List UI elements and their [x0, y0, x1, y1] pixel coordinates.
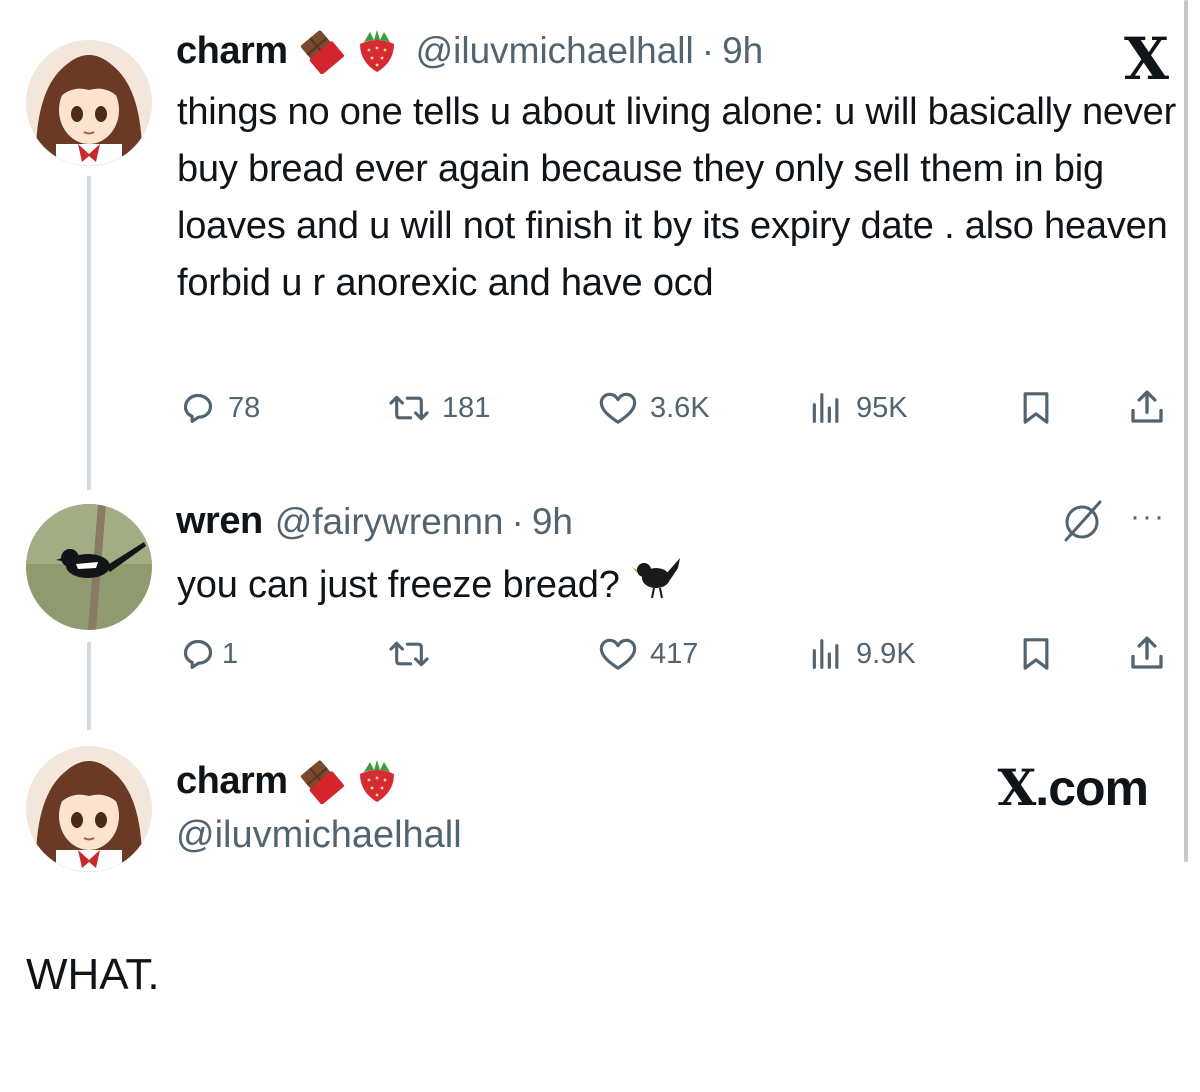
handle[interactable]: @fairywrennn — [275, 501, 504, 543]
caption-text: WHAT. — [26, 950, 160, 999]
reply-button[interactable]: 1 — [178, 634, 238, 674]
views-button[interactable]: 9.9K — [806, 634, 916, 674]
like-count: 3.6K — [650, 391, 710, 424]
bookmark-button[interactable] — [1016, 634, 1056, 674]
repost-icon — [389, 395, 429, 421]
like-button[interactable]: 3.6K — [596, 388, 710, 428]
tweet-text-content: you can just freeze bread? — [177, 564, 620, 606]
handle[interactable]: @iluvmichaelhall — [416, 30, 694, 72]
share-button[interactable] — [1126, 632, 1168, 674]
timestamp[interactable]: 9h — [532, 501, 573, 543]
profile-name-row: charm — [176, 758, 400, 804]
share-icon — [1131, 390, 1163, 423]
profile-handle[interactable]: @iluvmichaelhall — [176, 814, 462, 857]
display-name[interactable]: wren — [176, 500, 263, 543]
grok-icon[interactable] — [1058, 496, 1108, 551]
reply-count: 78 — [228, 391, 261, 424]
avatar[interactable] — [26, 746, 152, 872]
repost-icon — [389, 641, 429, 667]
views-chart-icon — [812, 393, 839, 423]
display-name[interactable]: charm — [176, 30, 288, 73]
views-chart-icon — [812, 639, 839, 669]
heart-icon — [599, 638, 637, 670]
repost-count: 181 — [442, 391, 491, 424]
repost-button[interactable]: 181 — [386, 388, 490, 428]
display-name[interactable]: charm — [176, 760, 288, 803]
reply-count: 1 — [222, 637, 239, 670]
heart-icon — [599, 392, 637, 424]
reply-icon — [183, 639, 213, 669]
tweet-text: you can just freeze bread? — [177, 554, 1177, 617]
share-icon — [1131, 636, 1163, 669]
timestamp[interactable]: 9h — [722, 30, 763, 72]
thread-line — [87, 642, 91, 730]
separator-dot: · — [511, 500, 524, 542]
chocolate-bar-icon — [298, 758, 344, 804]
views-button[interactable]: 95K — [806, 388, 908, 428]
strawberry-icon — [354, 28, 400, 74]
strawberry-icon — [354, 758, 400, 804]
view-count: 9.9K — [856, 637, 916, 670]
x-logo-icon: X — [1124, 25, 1170, 93]
tweet-text: things no one tells u about living alone… — [177, 91, 1177, 304]
screenshot-page: charm @iluvmichaelhall · 9h X things no … — [0, 0, 1200, 1092]
separator-dot: · — [701, 30, 715, 71]
avatar[interactable] — [26, 504, 152, 630]
repost-button[interactable] — [386, 634, 442, 674]
view-count: 95K — [856, 391, 908, 424]
scrollbar[interactable] — [1184, 0, 1188, 862]
bookmark-icon — [1023, 638, 1049, 670]
like-button[interactable]: 417 — [596, 634, 698, 674]
more-options-icon[interactable]: ··· — [1130, 500, 1166, 534]
share-button[interactable] — [1126, 386, 1168, 428]
xcom-suffix: .com — [1035, 760, 1149, 816]
chocolate-bar-icon — [298, 28, 344, 74]
reply-icon — [183, 393, 213, 423]
xcom-wordmark[interactable]: X.com — [998, 758, 1149, 817]
tweet-header: charm @iluvmichaelhall · 9h — [176, 28, 763, 74]
x-logo-icon: X — [997, 758, 1037, 817]
like-count: 417 — [650, 637, 699, 670]
blackbird-icon — [631, 554, 682, 617]
reply-button[interactable]: 78 — [178, 388, 260, 428]
bookmark-button[interactable] — [1016, 388, 1056, 428]
avatar[interactable] — [26, 40, 152, 166]
thread-line — [87, 176, 91, 490]
bookmark-icon — [1023, 392, 1049, 424]
tweet-header: wren @fairywrennn · 9h — [176, 500, 573, 543]
